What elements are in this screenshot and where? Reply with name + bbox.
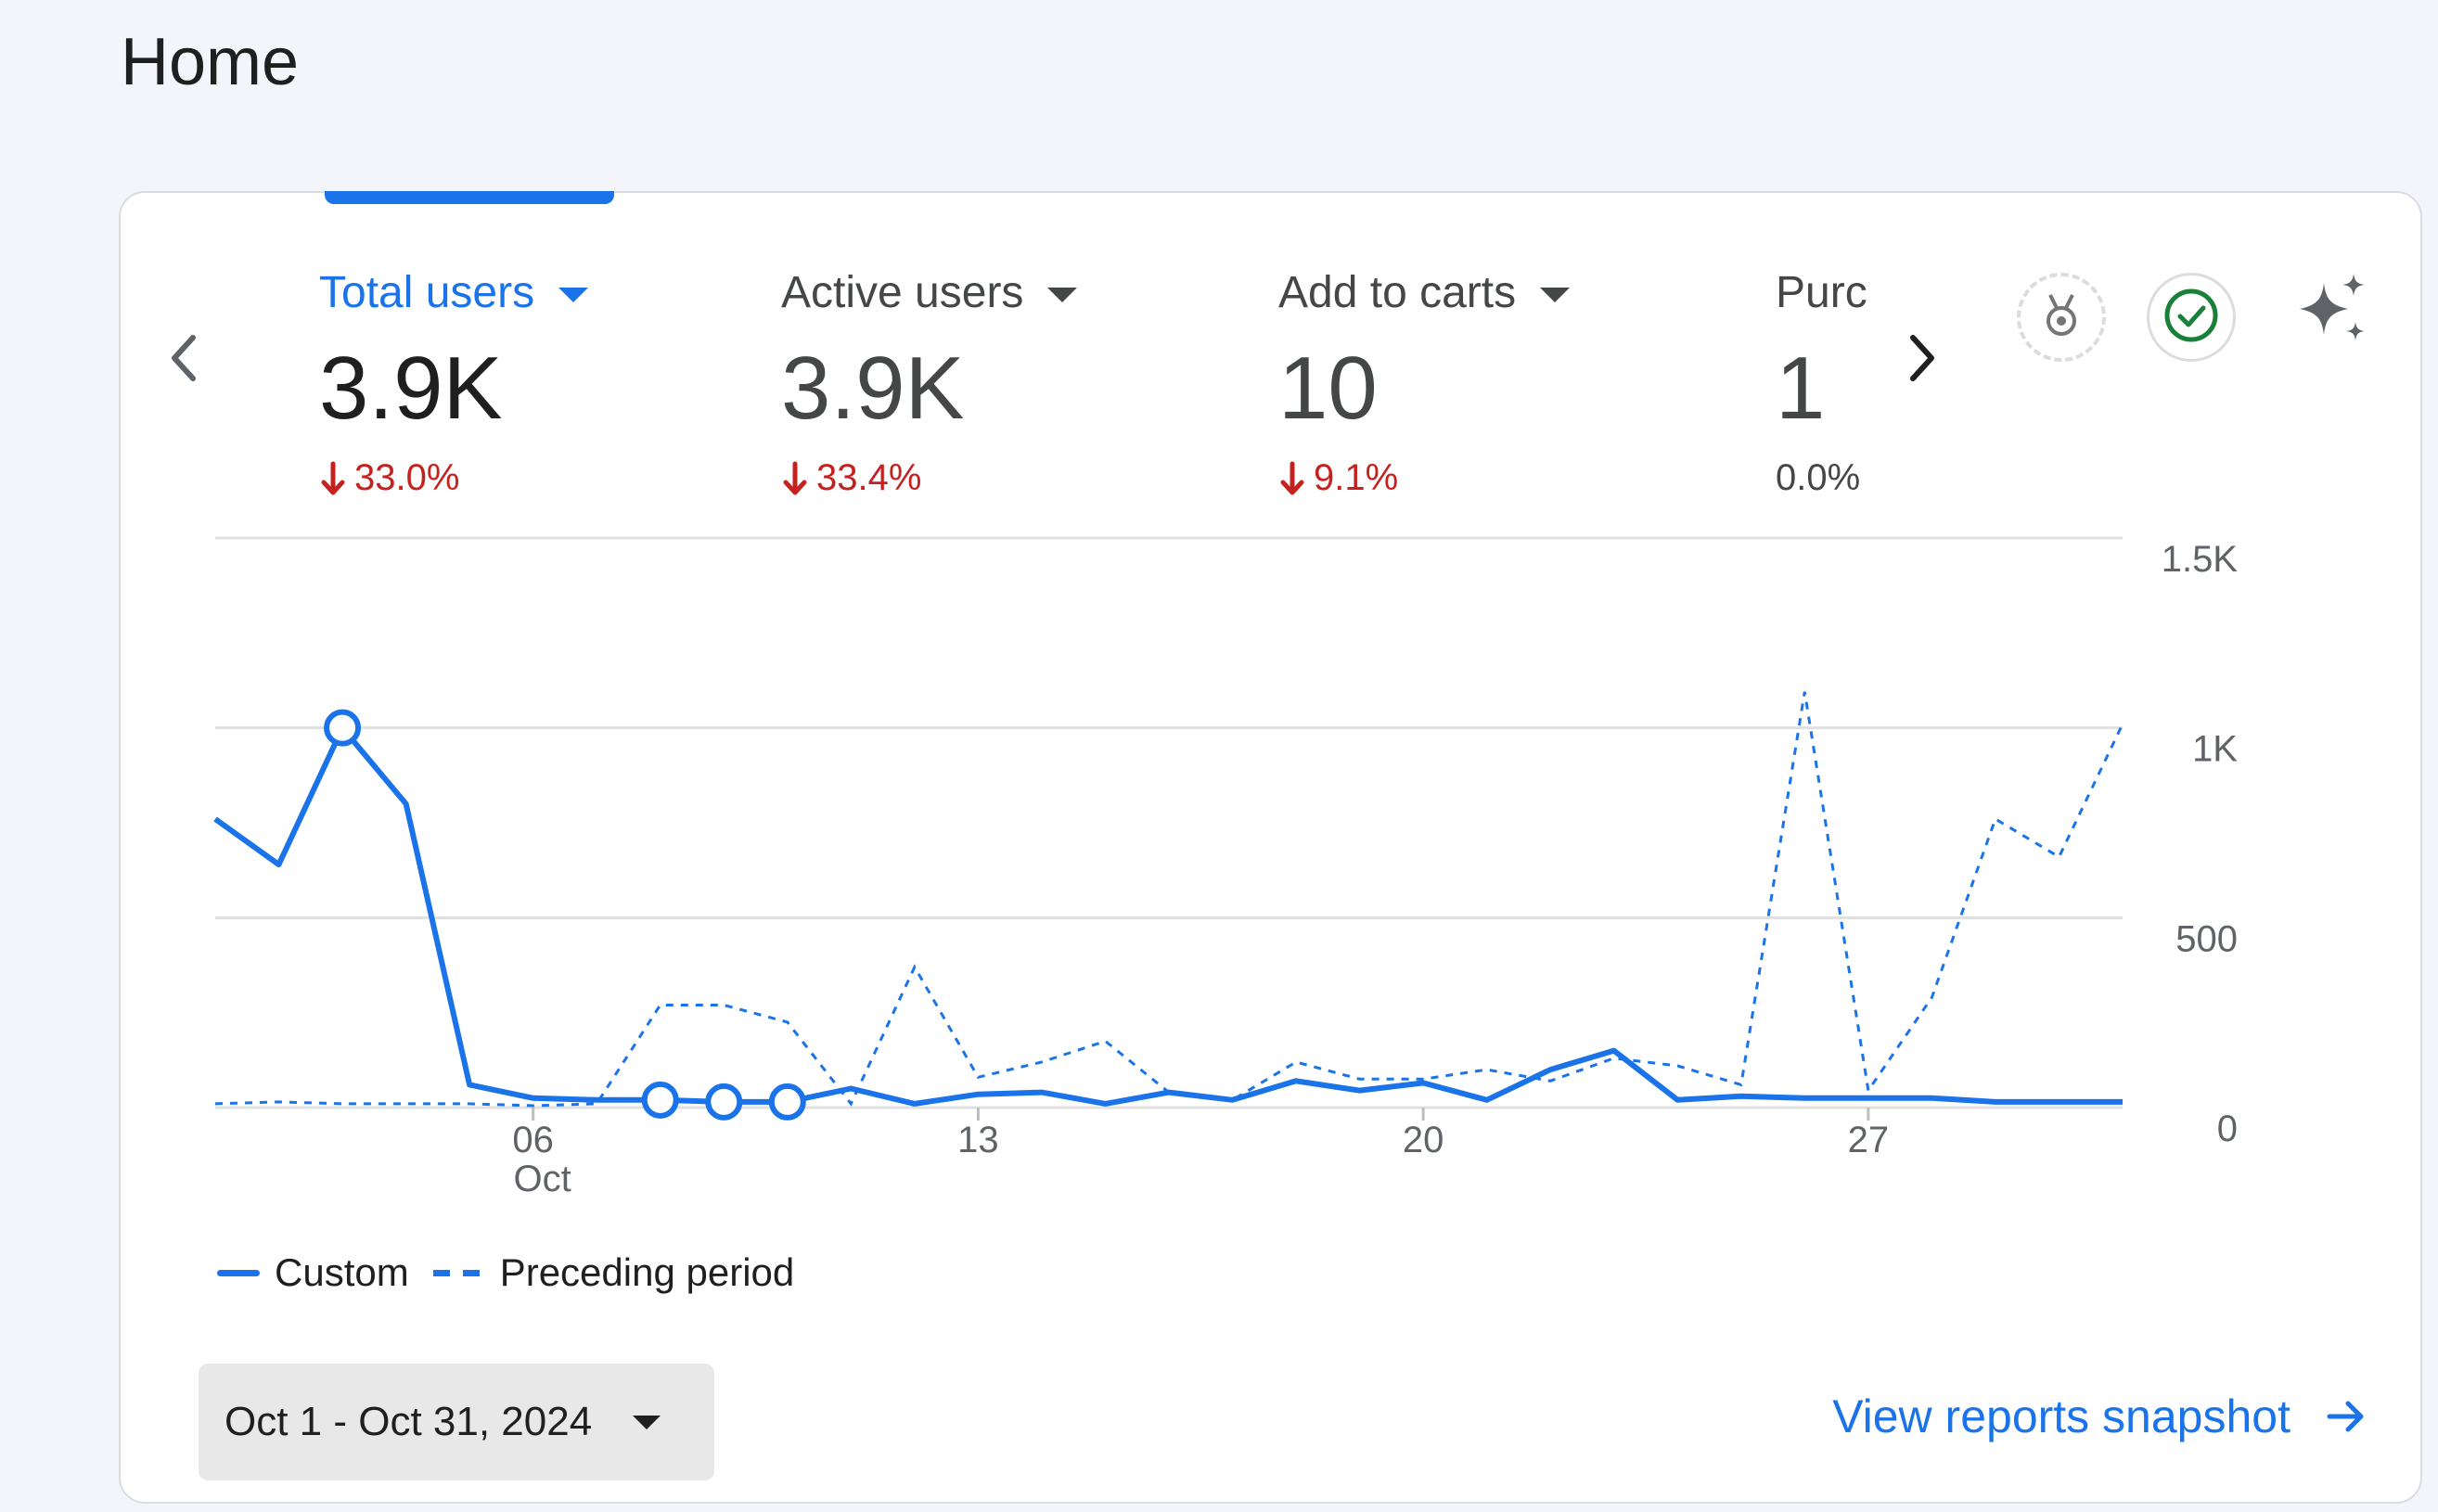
y-axis-labels: 0 500 1K 1.5K xyxy=(2162,539,2239,1149)
legend-label-custom: Custom xyxy=(275,1250,409,1294)
legend-label-preceding: Preceding period xyxy=(499,1250,795,1294)
point-marker-custom xyxy=(705,1083,743,1121)
date-range-picker[interactable]: Oct 1 - Oct 31, 2024 xyxy=(199,1364,714,1480)
series-preceding-period xyxy=(214,691,2124,1108)
point-marker-custom xyxy=(324,709,362,747)
y-tick-label: 0 xyxy=(2217,1108,2238,1149)
line-preceding-period xyxy=(214,691,2124,1108)
point-marker-custom xyxy=(768,1083,806,1121)
page-title: Home xyxy=(121,25,300,99)
y-tick-label: 1K xyxy=(2192,729,2238,770)
view-reports-snapshot-link[interactable]: View reports snapshot xyxy=(1832,1390,2368,1443)
point-marker-custom xyxy=(641,1081,679,1119)
x-tick-label: 20 xyxy=(1403,1120,1444,1160)
home-overview-card: Total users 3.9K 33.0% Active users 3.9K xyxy=(119,191,2422,1504)
legend-swatch-custom xyxy=(217,1269,260,1276)
y-tick-label: 1.5K xyxy=(2162,539,2239,580)
x-axis-labels: 06Oct 13 20 27 xyxy=(512,1120,1889,1199)
view-reports-label: View reports snapshot xyxy=(1832,1390,2290,1442)
x-tick-label: 27 xyxy=(1848,1120,1890,1160)
line-custom xyxy=(213,724,2123,1107)
chart-legend: Custom Preceding period xyxy=(217,1250,794,1295)
legend-swatch-preceding xyxy=(432,1269,485,1276)
x-tick-sublabel: Oct xyxy=(514,1159,571,1199)
x-tick-label: 13 xyxy=(957,1120,999,1160)
dropdown-caret-icon xyxy=(633,1415,661,1429)
y-tick-label: 500 xyxy=(2175,918,2238,959)
page: Home Total users 3.9K 33.0% Active users… xyxy=(0,0,2438,1512)
chart-gridlines xyxy=(215,536,2123,1121)
arrow-right-icon xyxy=(2324,1394,2368,1439)
x-tick-label: 06 xyxy=(512,1120,554,1160)
series-custom xyxy=(213,709,2123,1121)
date-range-label: Oct 1 - Oct 31, 2024 xyxy=(225,1399,593,1444)
users-line-chart: 0 500 1K 1.5K 06Oct 13 20 27 xyxy=(213,536,2239,1199)
